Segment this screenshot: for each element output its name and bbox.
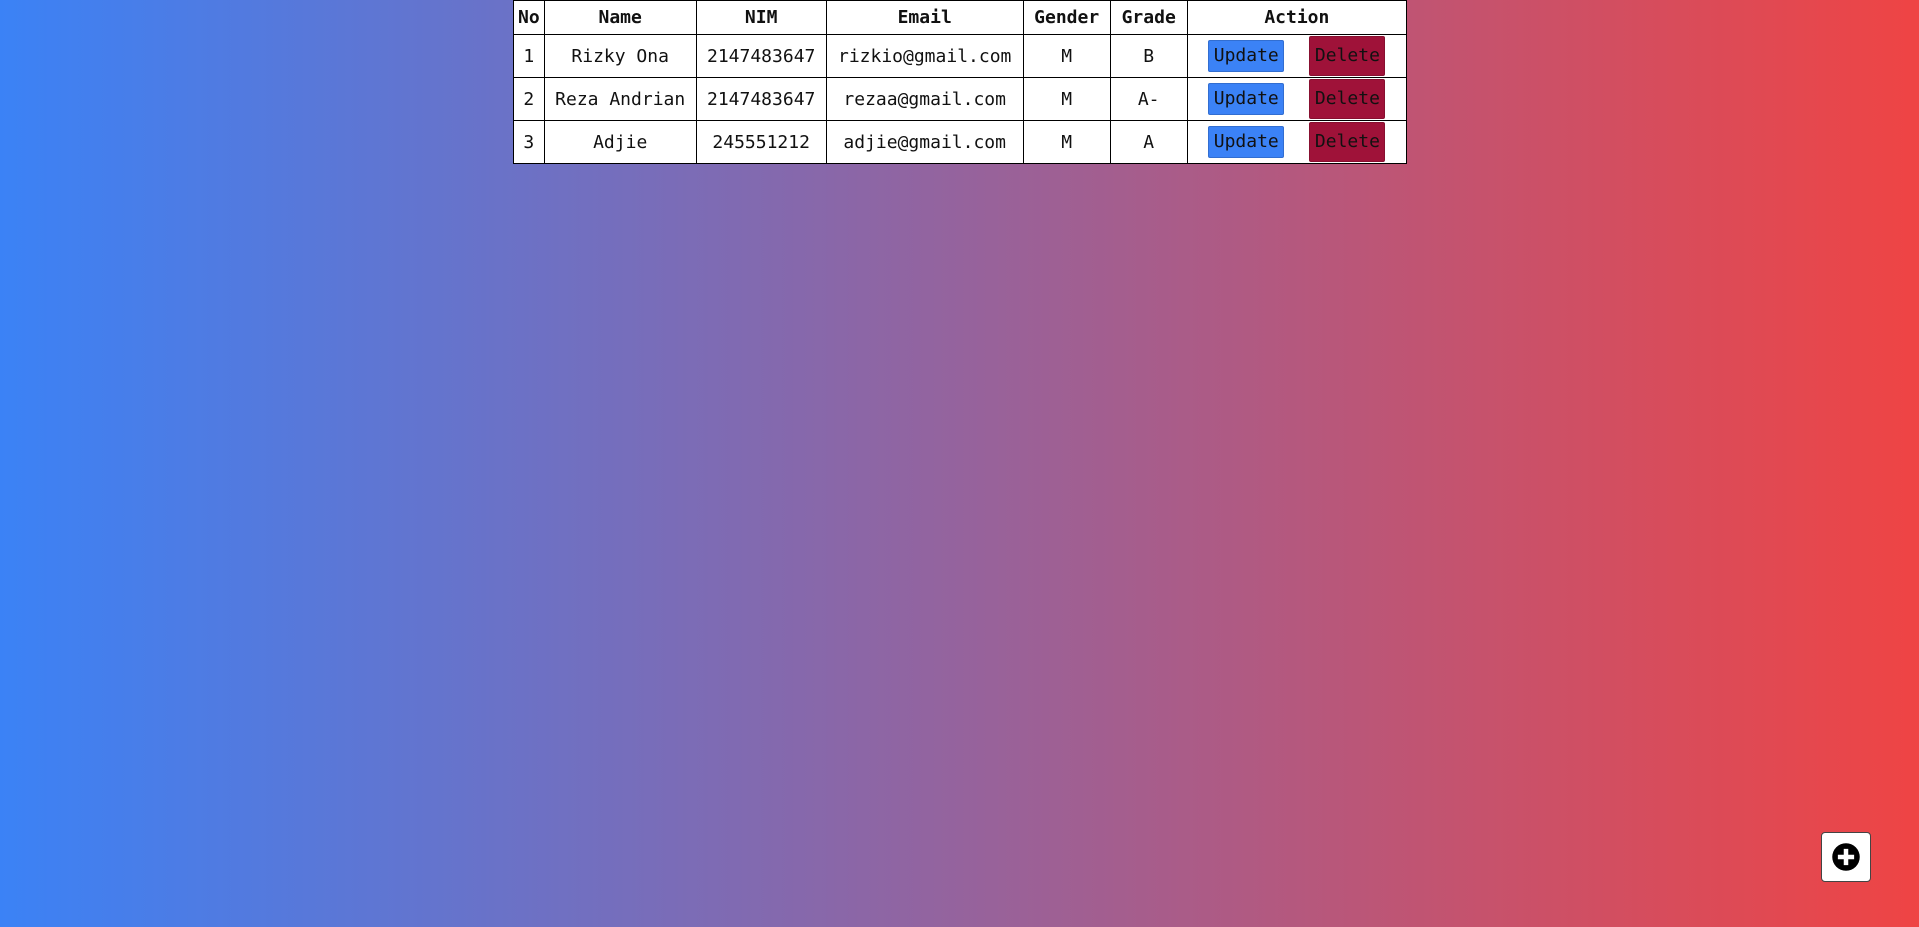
cell-grade: A — [1109, 120, 1188, 164]
cell-no: 3 — [513, 120, 545, 164]
cell-email: rezaa@gmail.com — [825, 77, 1024, 121]
table-header-row: No Name NIM Email Gender Grade Action — [513, 0, 1408, 35]
table-row: 2 Reza Andrian 2147483647 rezaa@gmail.co… — [513, 77, 1408, 121]
cell-nim: 245551212 — [695, 120, 827, 164]
add-student-button[interactable] — [1821, 832, 1871, 882]
plus-circle-icon — [1832, 843, 1860, 871]
cell-no: 1 — [513, 34, 545, 78]
cell-nim: 2147483647 — [695, 34, 827, 78]
cell-gender: M — [1022, 34, 1111, 78]
header-action: Action — [1186, 0, 1408, 35]
action-buttons: Update Delete — [1196, 122, 1398, 162]
cell-email: adjie@gmail.com — [825, 120, 1024, 164]
cell-grade: A- — [1109, 77, 1188, 121]
table-row: 1 Rizky Ona 2147483647 rizkio@gmail.com … — [513, 34, 1408, 78]
update-button[interactable]: Update — [1208, 40, 1285, 72]
delete-button[interactable]: Delete — [1309, 36, 1386, 76]
cell-gender: M — [1022, 77, 1111, 121]
students-table: No Name NIM Email Gender Grade Action 1 … — [513, 0, 1408, 164]
cell-name: Rizky Ona — [543, 34, 697, 78]
students-table-container: No Name NIM Email Gender Grade Action 1 … — [513, 0, 1408, 164]
header-nim: NIM — [695, 0, 827, 35]
cell-action: Update Delete — [1186, 34, 1408, 78]
cell-email: rizkio@gmail.com — [825, 34, 1024, 78]
update-button[interactable]: Update — [1208, 126, 1285, 158]
cell-name: Reza Andrian — [543, 77, 697, 121]
cell-no: 2 — [513, 77, 545, 121]
update-button[interactable]: Update — [1208, 83, 1285, 115]
action-buttons: Update Delete — [1196, 36, 1398, 76]
table-row: 3 Adjie 245551212 adjie@gmail.com M A Up… — [513, 120, 1408, 164]
delete-button[interactable]: Delete — [1309, 79, 1386, 119]
delete-button[interactable]: Delete — [1309, 122, 1386, 162]
cell-grade: B — [1109, 34, 1188, 78]
cell-gender: M — [1022, 120, 1111, 164]
cell-action: Update Delete — [1186, 77, 1408, 121]
header-email: Email — [825, 0, 1024, 35]
cell-name: Adjie — [543, 120, 697, 164]
header-grade: Grade — [1109, 0, 1188, 35]
header-gender: Gender — [1022, 0, 1111, 35]
action-buttons: Update Delete — [1196, 79, 1398, 119]
cell-action: Update Delete — [1186, 120, 1408, 164]
cell-nim: 2147483647 — [695, 77, 827, 121]
header-no: No — [513, 0, 545, 35]
header-name: Name — [543, 0, 697, 35]
